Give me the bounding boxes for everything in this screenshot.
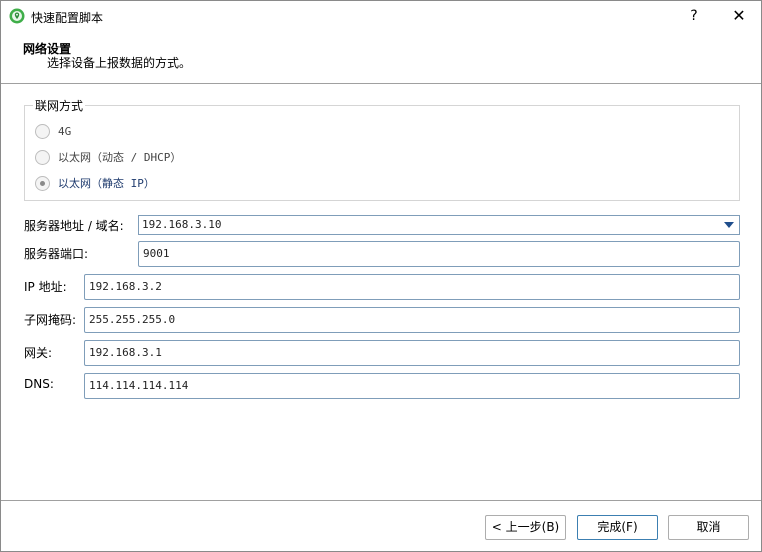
radio-button-checked[interactable] — [35, 175, 50, 191]
wizard-window: 快速配置脚本 ? ✕ 网络设置 选择设备上报数据的方式。 联网方式 4G 以太网… — [0, 0, 762, 552]
wizard-header: 网络设置 选择设备上报数据的方式。 — [1, 31, 761, 83]
radio-label: 以太网（静态 IP） — [58, 177, 155, 190]
radio-option-4g[interactable]: 4G — [35, 122, 71, 140]
server-address-select[interactable]: 192.168.3.10 — [138, 215, 740, 235]
radio-label: 以太网（动态 / DHCP） — [58, 151, 182, 164]
back-button[interactable]: < 上一步(B) — [485, 515, 566, 540]
server-address-value: 192.168.3.10 — [142, 218, 222, 231]
ip-address-input[interactable]: 192.168.3.2 — [84, 274, 740, 300]
ip-address-label: IP 地址: — [24, 280, 67, 294]
network-mode-legend: 联网方式 — [33, 97, 86, 114]
footer-divider — [1, 500, 761, 501]
gateway-input[interactable]: 192.168.3.1 — [84, 340, 740, 366]
radio-button[interactable] — [35, 149, 50, 165]
title-bar: 快速配置脚本 ? ✕ — [1, 1, 761, 31]
subnet-mask-input[interactable]: 255.255.255.0 — [84, 307, 740, 333]
finish-button[interactable]: 完成(F) — [577, 515, 658, 540]
cancel-button[interactable]: 取消 — [668, 515, 749, 540]
radio-button[interactable] — [35, 123, 50, 139]
help-button[interactable]: ? — [683, 5, 705, 27]
gateway-label: 网关: — [24, 346, 53, 360]
close-button[interactable]: ✕ — [727, 5, 751, 27]
dns-input[interactable]: 114.114.114.114 — [84, 373, 740, 399]
server-port-input[interactable]: 9001 — [138, 241, 740, 267]
server-port-label: 服务器端口: — [24, 247, 89, 261]
radio-option-ethernet-static[interactable]: 以太网（静态 IP） — [35, 174, 155, 192]
radio-label: 4G — [58, 124, 72, 138]
app-icon — [9, 8, 25, 24]
dns-label: DNS: — [24, 377, 54, 391]
server-address-label: 服务器地址 / 域名: — [24, 219, 124, 233]
radio-option-ethernet-dhcp[interactable]: 以太网（动态 / DHCP） — [35, 148, 181, 166]
page-subtitle: 选择设备上报数据的方式。 — [47, 56, 192, 70]
window-title: 快速配置脚本 — [31, 11, 104, 25]
header-divider — [1, 83, 761, 84]
chevron-down-icon[interactable] — [724, 222, 734, 228]
subnet-mask-label: 子网掩码: — [24, 313, 77, 327]
